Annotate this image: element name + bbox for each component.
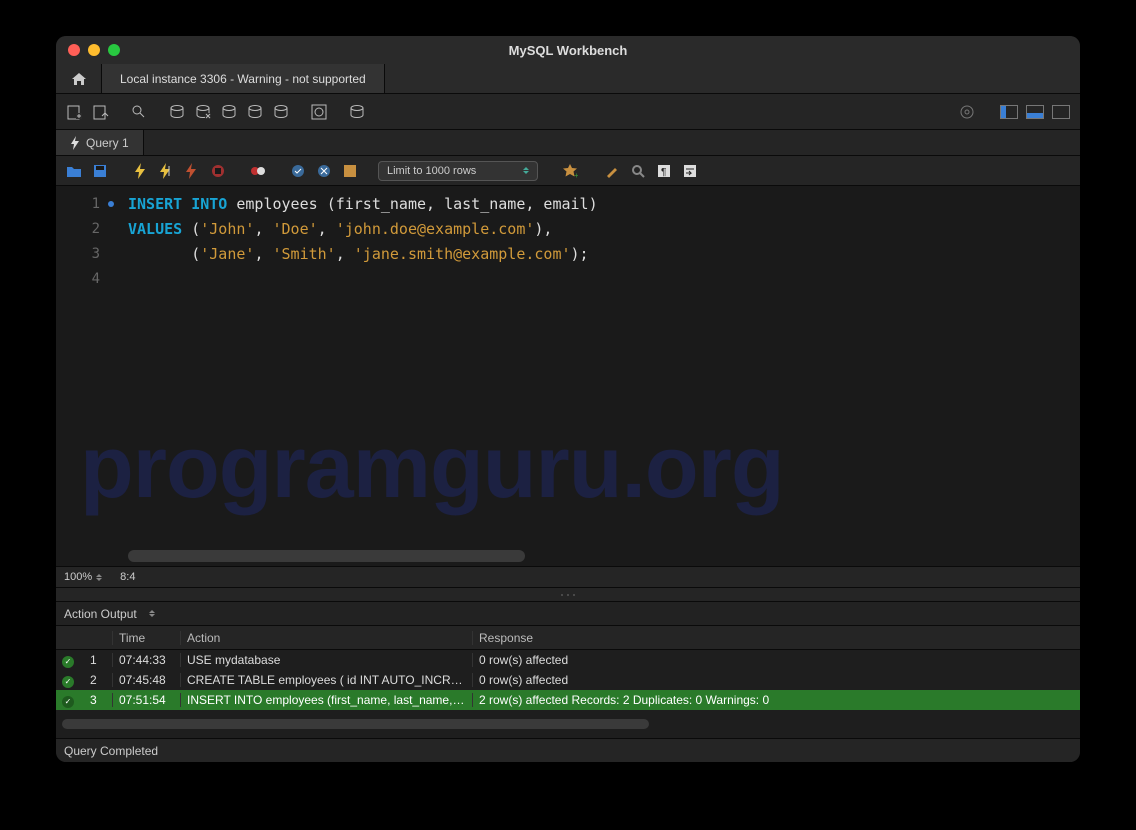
editor-status-bar: 100% 8:4 [56, 566, 1080, 588]
titlebar: MySQL Workbench [56, 36, 1080, 64]
col-action[interactable]: Action [180, 631, 472, 645]
toggle-autocommit-button[interactable] [248, 161, 268, 181]
open-sql-file-button[interactable] [90, 101, 112, 123]
toggle-right-panel-button[interactable] [1050, 101, 1072, 123]
sql-editor[interactable]: 1 2 3 4 INSERT INTO employees (first_nam… [56, 186, 1080, 566]
dashboard-button[interactable] [308, 101, 330, 123]
execute-button[interactable] [130, 161, 150, 181]
output-type-label: Action Output [64, 607, 137, 621]
zoom-control[interactable]: 100% [64, 571, 102, 583]
row-limit-select[interactable]: Limit to 1000 rows [378, 161, 538, 181]
find-button[interactable] [628, 161, 648, 181]
commit-button[interactable] [288, 161, 308, 181]
rollback-button[interactable] [314, 161, 334, 181]
table-row[interactable]: 1 07:44:33 USE mydatabase 0 row(s) affec… [56, 650, 1080, 670]
toggle-bottom-panel-button[interactable] [1024, 101, 1046, 123]
db-sync-button[interactable] [346, 101, 368, 123]
query-tab-label: Query 1 [86, 136, 129, 150]
execute-current-button[interactable] [156, 161, 176, 181]
table-row[interactable]: 2 07:45:48 CREATE TABLE employees ( id I… [56, 670, 1080, 690]
editor-h-scrollbar[interactable] [128, 550, 1074, 562]
row-limit-label: Limit to 1000 rows [387, 165, 476, 177]
save-file-button[interactable] [90, 161, 110, 181]
zoom-window-button[interactable] [108, 44, 120, 56]
output-type-select[interactable]: Action Output [64, 607, 155, 621]
success-icon [62, 676, 74, 688]
col-response[interactable]: Response [472, 631, 1080, 645]
bottom-status-bar: Query Completed [56, 738, 1080, 762]
stepper-icon [523, 167, 529, 174]
query-tab-bar: Query 1 [56, 130, 1080, 156]
action-output-table: Time Action Response 1 07:44:33 USE myda… [56, 626, 1080, 710]
db-button-5[interactable] [270, 101, 292, 123]
close-window-button[interactable] [68, 44, 80, 56]
output-h-scrollbar[interactable] [56, 710, 1080, 738]
home-icon [71, 72, 87, 86]
line-gutter: 1 2 3 4 [56, 186, 110, 566]
open-file-button[interactable] [64, 161, 84, 181]
success-icon [62, 656, 74, 668]
cursor-position: 8:4 [120, 571, 135, 583]
connection-tab-label: Local instance 3306 - Warning - not supp… [120, 72, 366, 86]
watermark-text: programguru.org [80, 416, 1056, 518]
status-message: Query Completed [64, 744, 158, 758]
app-window: MySQL Workbench Local instance 3306 - Wa… [56, 36, 1080, 762]
wrap-button[interactable] [680, 161, 700, 181]
db-button-1[interactable] [166, 101, 188, 123]
window-title: MySQL Workbench [56, 43, 1080, 58]
svg-text:¶: ¶ [661, 167, 666, 178]
stop-button[interactable] [208, 161, 228, 181]
table-row[interactable]: 3 07:51:54 INSERT INTO employees (first_… [56, 690, 1080, 710]
editor-toolbar: Limit to 1000 rows + ¶ [56, 156, 1080, 186]
favorite-button[interactable]: + [560, 161, 580, 181]
connection-tab-bar: Local instance 3306 - Warning - not supp… [56, 64, 1080, 94]
query-tab[interactable]: Query 1 [56, 130, 144, 155]
splitter-handle[interactable] [56, 588, 1080, 602]
toggle-limit-button[interactable] [340, 161, 360, 181]
explain-button[interactable] [182, 161, 202, 181]
toggle-left-panel-button[interactable] [998, 101, 1020, 123]
output-header: Action Output [56, 602, 1080, 626]
success-icon [62, 696, 74, 708]
minimize-window-button[interactable] [88, 44, 100, 56]
inspector-button[interactable] [128, 101, 150, 123]
table-header: Time Action Response [56, 626, 1080, 650]
connection-tab[interactable]: Local instance 3306 - Warning - not supp… [102, 64, 385, 93]
svg-text:+: + [574, 171, 578, 179]
settings-gear-button[interactable] [956, 101, 978, 123]
col-time[interactable]: Time [112, 631, 180, 645]
db-button-4[interactable] [244, 101, 266, 123]
invisible-chars-button[interactable]: ¶ [654, 161, 674, 181]
beautify-button[interactable] [602, 161, 622, 181]
code-content: INSERT INTO employees (first_name, last_… [128, 192, 1080, 267]
db-button-3[interactable] [218, 101, 240, 123]
new-sql-tab-button[interactable] [64, 101, 86, 123]
main-toolbar [56, 94, 1080, 130]
db-button-2[interactable] [192, 101, 214, 123]
lightning-icon [70, 136, 80, 150]
home-tab[interactable] [56, 64, 102, 93]
